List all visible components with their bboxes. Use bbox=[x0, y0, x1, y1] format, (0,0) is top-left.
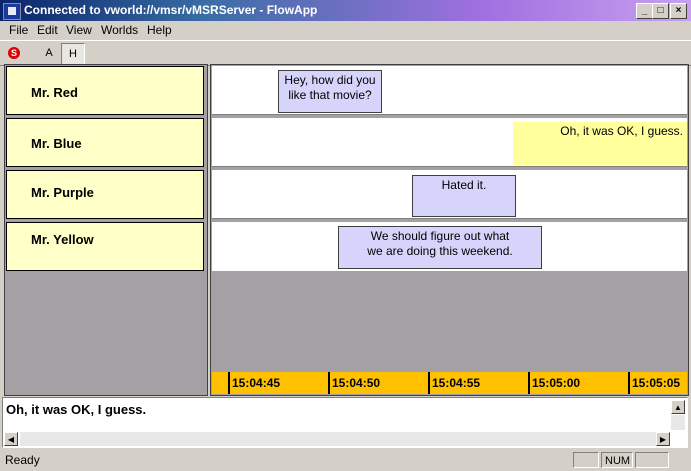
menu-bar: File Edit View Worlds Help bbox=[0, 21, 691, 40]
lane-purple: Hated it. bbox=[212, 170, 687, 219]
time-label: 15:04:45 bbox=[232, 376, 281, 390]
participant-name: Mr. Yellow bbox=[31, 232, 94, 247]
participant-name: Mr. Red bbox=[31, 85, 78, 100]
message-bubble[interactable]: Hey, how did you like that movie? bbox=[278, 70, 382, 113]
scroll-up-icon[interactable]: ▲ bbox=[671, 400, 685, 414]
time-label: 15:04:55 bbox=[432, 376, 481, 390]
time-tick bbox=[328, 372, 330, 394]
toolbar: S A H bbox=[0, 40, 691, 66]
participant-row[interactable]: Mr. Yellow bbox=[6, 222, 204, 271]
message-input[interactable]: Oh, it was OK, I guess. ▲ ◀ ▶ bbox=[2, 397, 688, 448]
app-icon[interactable] bbox=[3, 3, 21, 20]
scroll-right-icon[interactable]: ▶ bbox=[656, 432, 670, 446]
mode-a-button[interactable]: A bbox=[38, 43, 60, 63]
minimize-button[interactable]: _ bbox=[636, 3, 653, 19]
time-label: 15:05:00 bbox=[532, 376, 581, 390]
message-input-text[interactable]: Oh, it was OK, I guess. bbox=[6, 402, 146, 417]
time-tick bbox=[628, 372, 630, 394]
participants-panel: Mr. Red Mr. Blue Mr. Purple Mr. Yellow bbox=[4, 64, 208, 396]
mode-h-button[interactable]: H bbox=[61, 43, 85, 65]
message-bubble[interactable]: Hated it. bbox=[412, 175, 516, 217]
participant-row[interactable]: Mr. Red bbox=[6, 66, 204, 115]
status-panel bbox=[573, 452, 599, 468]
participant-name: Mr. Blue bbox=[31, 136, 82, 151]
status-panel bbox=[635, 452, 669, 468]
stop-icon: S bbox=[8, 47, 20, 59]
lane-red: Hey, how did you like that movie? bbox=[212, 66, 687, 115]
participant-name: Mr. Purple bbox=[31, 185, 94, 200]
scroll-left-icon[interactable]: ◀ bbox=[4, 432, 18, 446]
time-tick bbox=[528, 372, 530, 394]
lane-yellow: We should figure out what we are doing t… bbox=[212, 222, 687, 271]
title-bar: Connected to vworld://vmsr/vMSRServer - … bbox=[0, 0, 691, 21]
maximize-button[interactable]: □ bbox=[652, 3, 669, 19]
time-axis: 15:04:45 15:04:50 15:04:55 15:05:00 15:0… bbox=[212, 372, 687, 394]
message-bubble-selected[interactable]: Oh, it was OK, I guess. bbox=[513, 122, 687, 165]
status-bar: Ready NUM bbox=[0, 449, 691, 471]
num-lock-indicator: NUM bbox=[601, 452, 633, 468]
lane-blue: Oh, it was OK, I guess. bbox=[212, 118, 687, 167]
time-tick bbox=[228, 372, 230, 394]
stop-button[interactable]: S bbox=[3, 43, 25, 63]
time-label: 15:04:50 bbox=[332, 376, 381, 390]
participant-row[interactable]: Mr. Blue bbox=[6, 118, 204, 167]
participant-row[interactable]: Mr. Purple bbox=[6, 170, 204, 219]
window-title: Connected to vworld://vmsr/vMSRServer - … bbox=[24, 3, 318, 17]
menu-view[interactable]: View bbox=[66, 23, 92, 37]
menu-help[interactable]: Help bbox=[147, 23, 172, 37]
horizontal-scroll-track[interactable] bbox=[20, 432, 656, 446]
message-bubble[interactable]: We should figure out what we are doing t… bbox=[338, 226, 542, 269]
time-label: 15:05:05 bbox=[632, 376, 681, 390]
time-tick bbox=[428, 372, 430, 394]
conversation-timeline: Hey, how did you like that movie? Oh, it… bbox=[210, 64, 689, 396]
vertical-scroll-track[interactable] bbox=[671, 415, 685, 430]
menu-edit[interactable]: Edit bbox=[37, 23, 58, 37]
menu-worlds[interactable]: Worlds bbox=[101, 23, 138, 37]
status-text: Ready bbox=[5, 453, 40, 467]
menu-file[interactable]: File bbox=[9, 23, 28, 37]
close-button[interactable]: × bbox=[670, 3, 687, 19]
